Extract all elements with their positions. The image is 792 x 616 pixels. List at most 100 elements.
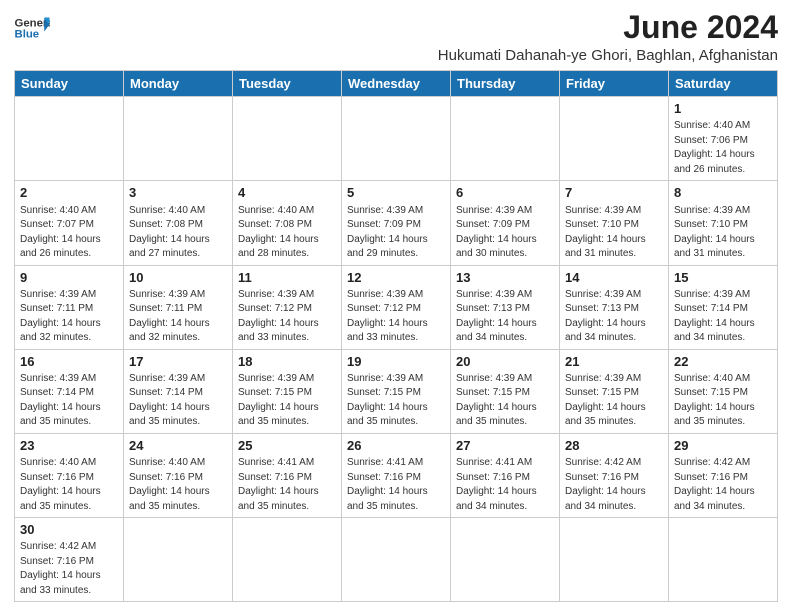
calendar-cell — [451, 97, 560, 181]
day-info: Sunrise: 4:39 AM Sunset: 7:13 PM Dayligh… — [565, 288, 663, 346]
day-number: 6 — [456, 184, 554, 202]
calendar-cell: 18Sunrise: 4:39 AM Sunset: 7:15 PM Dayli… — [233, 349, 342, 433]
calendar-table: SundayMondayTuesdayWednesdayThursdayFrid… — [14, 70, 778, 602]
location-label: Hukumati Dahanah-ye Ghori, Baghlan, Afgh… — [438, 47, 778, 64]
day-number: 5 — [347, 184, 445, 202]
calendar-cell: 19Sunrise: 4:39 AM Sunset: 7:15 PM Dayli… — [342, 349, 451, 433]
calendar-cell: 11Sunrise: 4:39 AM Sunset: 7:12 PM Dayli… — [233, 265, 342, 349]
day-number: 27 — [456, 437, 554, 455]
calendar-cell — [233, 518, 342, 602]
calendar-cell: 30Sunrise: 4:42 AM Sunset: 7:16 PM Dayli… — [15, 518, 124, 602]
month-year-title: June 2024 — [438, 10, 778, 45]
day-info: Sunrise: 4:39 AM Sunset: 7:09 PM Dayligh… — [456, 204, 554, 262]
weekday-header-cell: Sunday — [15, 71, 124, 97]
weekday-header-cell: Thursday — [451, 71, 560, 97]
calendar-cell: 9Sunrise: 4:39 AM Sunset: 7:11 PM Daylig… — [15, 265, 124, 349]
day-info: Sunrise: 4:42 AM Sunset: 7:16 PM Dayligh… — [20, 540, 118, 598]
calendar-cell: 3 Sunrise: 4:40 AM Sunset: 7:08 PM Daylig… — [124, 181, 233, 265]
day-info: Sunrise: 4:39 AM Sunset: 7:15 PM Dayligh… — [238, 372, 336, 430]
calendar-cell — [342, 97, 451, 181]
day-number: 20 — [456, 353, 554, 371]
day-info: Sunrise: 4:39 AM Sunset: 7:15 PM Dayligh… — [456, 372, 554, 430]
day-number: 13 — [456, 269, 554, 287]
calendar-cell — [342, 518, 451, 602]
calendar-cell: 20Sunrise: 4:39 AM Sunset: 7:15 PM Dayli… — [451, 349, 560, 433]
weekday-header-cell: Wednesday — [342, 71, 451, 97]
calendar-cell: 26Sunrise: 4:41 AM Sunset: 7:16 PM Dayli… — [342, 433, 451, 517]
calendar-cell: 28Sunrise: 4:42 AM Sunset: 7:16 PM Dayli… — [560, 433, 669, 517]
day-number: 30 — [20, 521, 118, 539]
day-info: Sunrise: 4:40 AM Sunset: 7:16 PM Dayligh… — [129, 456, 227, 514]
calendar-cell — [233, 97, 342, 181]
weekday-header-cell: Monday — [124, 71, 233, 97]
calendar-cell: 6 Sunrise: 4:39 AM Sunset: 7:09 PM Daylig… — [451, 181, 560, 265]
calendar-cell: 1Sunrise: 4:40 AM Sunset: 7:06 PM Daylig… — [669, 97, 778, 181]
title-block: June 2024 Hukumati Dahanah-ye Ghori, Bag… — [438, 10, 778, 64]
day-info: Sunrise: 4:39 AM Sunset: 7:12 PM Dayligh… — [347, 288, 445, 346]
calendar-cell — [560, 97, 669, 181]
day-number: 19 — [347, 353, 445, 371]
day-number: 2 — [20, 184, 118, 202]
day-info: Sunrise: 4:41 AM Sunset: 7:16 PM Dayligh… — [456, 456, 554, 514]
day-info: Sunrise: 4:39 AM Sunset: 7:09 PM Dayligh… — [347, 204, 445, 262]
day-info: Sunrise: 4:39 AM Sunset: 7:12 PM Dayligh… — [238, 288, 336, 346]
day-info: Sunrise: 4:39 AM Sunset: 7:14 PM Dayligh… — [20, 372, 118, 430]
day-info: Sunrise: 4:39 AM Sunset: 7:15 PM Dayligh… — [347, 372, 445, 430]
calendar-week-row: 9Sunrise: 4:39 AM Sunset: 7:11 PM Daylig… — [15, 265, 778, 349]
day-number: 17 — [129, 353, 227, 371]
day-number: 3 — [129, 184, 227, 202]
day-info: Sunrise: 4:40 AM Sunset: 7:06 PM Dayligh… — [674, 119, 772, 177]
calendar-cell: 23Sunrise: 4:40 AM Sunset: 7:16 PM Dayli… — [15, 433, 124, 517]
day-info: Sunrise: 4:39 AM Sunset: 7:14 PM Dayligh… — [129, 372, 227, 430]
calendar-cell: 5 Sunrise: 4:39 AM Sunset: 7:09 PM Daylig… — [342, 181, 451, 265]
day-info: Sunrise: 4:42 AM Sunset: 7:16 PM Dayligh… — [674, 456, 772, 514]
day-number: 26 — [347, 437, 445, 455]
day-info: Sunrise: 4:40 AM Sunset: 7:08 PM Dayligh… — [129, 204, 227, 262]
calendar-cell — [124, 518, 233, 602]
calendar-cell: 21Sunrise: 4:39 AM Sunset: 7:15 PM Dayli… — [560, 349, 669, 433]
day-info: Sunrise: 4:39 AM Sunset: 7:11 PM Dayligh… — [129, 288, 227, 346]
weekday-header-cell: Saturday — [669, 71, 778, 97]
calendar-cell: 8 Sunrise: 4:39 AM Sunset: 7:10 PM Daylig… — [669, 181, 778, 265]
calendar-cell: 29Sunrise: 4:42 AM Sunset: 7:16 PM Dayli… — [669, 433, 778, 517]
calendar-cell: 24Sunrise: 4:40 AM Sunset: 7:16 PM Dayli… — [124, 433, 233, 517]
calendar-cell: 27Sunrise: 4:41 AM Sunset: 7:16 PM Dayli… — [451, 433, 560, 517]
day-info: Sunrise: 4:39 AM Sunset: 7:14 PM Dayligh… — [674, 288, 772, 346]
calendar-cell: 12Sunrise: 4:39 AM Sunset: 7:12 PM Dayli… — [342, 265, 451, 349]
day-number: 8 — [674, 184, 772, 202]
day-info: Sunrise: 4:41 AM Sunset: 7:16 PM Dayligh… — [347, 456, 445, 514]
day-info: Sunrise: 4:40 AM Sunset: 7:16 PM Dayligh… — [20, 456, 118, 514]
calendar-week-row: 2 Sunrise: 4:40 AM Sunset: 7:07 PM Daylig… — [15, 181, 778, 265]
day-info: Sunrise: 4:39 AM Sunset: 7:10 PM Dayligh… — [565, 204, 663, 262]
calendar-cell: 16Sunrise: 4:39 AM Sunset: 7:14 PM Dayli… — [15, 349, 124, 433]
calendar-cell: 13Sunrise: 4:39 AM Sunset: 7:13 PM Dayli… — [451, 265, 560, 349]
weekday-header-cell: Friday — [560, 71, 669, 97]
calendar-cell: 4Sunrise: 4:40 AM Sunset: 7:08 PM Daylig… — [233, 181, 342, 265]
day-info: Sunrise: 4:39 AM Sunset: 7:10 PM Dayligh… — [674, 204, 772, 262]
weekday-header-cell: Tuesday — [233, 71, 342, 97]
day-number: 23 — [20, 437, 118, 455]
calendar-cell: 22Sunrise: 4:40 AM Sunset: 7:15 PM Dayli… — [669, 349, 778, 433]
calendar-cell: 14Sunrise: 4:39 AM Sunset: 7:13 PM Dayli… — [560, 265, 669, 349]
calendar-cell — [15, 97, 124, 181]
calendar-cell: 15Sunrise: 4:39 AM Sunset: 7:14 PM Dayli… — [669, 265, 778, 349]
calendar-week-row: 30Sunrise: 4:42 AM Sunset: 7:16 PM Dayli… — [15, 518, 778, 602]
calendar-cell — [560, 518, 669, 602]
day-info: Sunrise: 4:39 AM Sunset: 7:15 PM Dayligh… — [565, 372, 663, 430]
day-number: 4 — [238, 184, 336, 202]
logo-icon: General Blue — [14, 14, 50, 42]
calendar-cell: 25Sunrise: 4:41 AM Sunset: 7:16 PM Dayli… — [233, 433, 342, 517]
day-info: Sunrise: 4:41 AM Sunset: 7:16 PM Dayligh… — [238, 456, 336, 514]
calendar-cell: 10Sunrise: 4:39 AM Sunset: 7:11 PM Dayli… — [124, 265, 233, 349]
day-number: 16 — [20, 353, 118, 371]
day-info: Sunrise: 4:40 AM Sunset: 7:07 PM Dayligh… — [20, 204, 118, 262]
day-number: 1 — [674, 100, 772, 118]
logo: General Blue — [14, 10, 50, 42]
day-number: 14 — [565, 269, 663, 287]
weekday-header-row: SundayMondayTuesdayWednesdayThursdayFrid… — [15, 71, 778, 97]
day-number: 7 — [565, 184, 663, 202]
day-info: Sunrise: 4:40 AM Sunset: 7:15 PM Dayligh… — [674, 372, 772, 430]
day-number: 29 — [674, 437, 772, 455]
calendar-cell: 2 Sunrise: 4:40 AM Sunset: 7:07 PM Daylig… — [15, 181, 124, 265]
day-number: 24 — [129, 437, 227, 455]
